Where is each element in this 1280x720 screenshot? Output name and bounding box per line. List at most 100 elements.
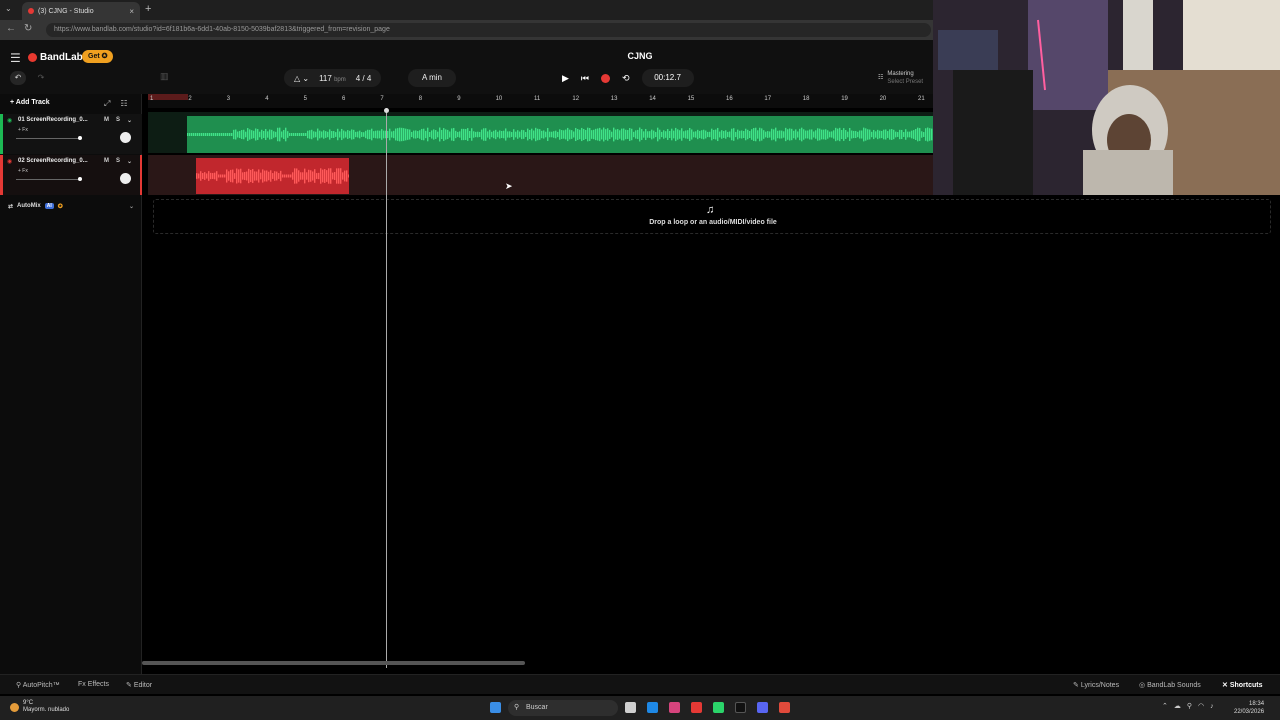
weather-widget[interactable]: 9°C Mayorm. nublado [10, 700, 69, 714]
ruler-mark: 8 [418, 96, 423, 102]
tab-list-chevron-icon[interactable]: ⌄ [5, 4, 12, 13]
tempo-unit: bpm [334, 76, 346, 83]
loop-region[interactable] [148, 94, 188, 100]
editor-button[interactable]: ✎ Editor [126, 681, 152, 689]
play-icon[interactable]: ▶ [562, 73, 569, 84]
edge-icon[interactable] [647, 702, 658, 713]
solo-button[interactable]: S [116, 158, 120, 165]
key-button[interactable]: A min [408, 69, 456, 87]
magic-icon[interactable]: ⤢ [104, 99, 110, 109]
tempo-field[interactable]: 117 bpm [319, 74, 346, 83]
playhead[interactable] [386, 108, 387, 668]
browser-tab[interactable]: (3) CJNG - Studio × [22, 2, 140, 20]
windows-start-icon[interactable] [490, 702, 501, 713]
task-view-icon[interactable] [625, 702, 636, 713]
ruler-mark: 2 [188, 96, 192, 102]
search-label: Buscar [526, 704, 548, 711]
add-track-button[interactable]: + Add Track [10, 99, 50, 106]
autopitch-label: AutoPitch™ [22, 682, 60, 689]
pan-knob[interactable] [120, 173, 131, 184]
volume-slider[interactable] [16, 136, 82, 140]
volume-knob[interactable] [78, 136, 82, 140]
youtube-icon[interactable] [691, 702, 702, 713]
webcam-overlay [933, 0, 1280, 195]
sounds-label: BandLab Sounds [1147, 682, 1201, 689]
time-display: 00:12.7 [641, 69, 694, 87]
skip-back-icon[interactable]: ⏮ [581, 73, 589, 84]
bandlab-logo[interactable]: BandLab [28, 52, 83, 63]
tab-close-icon[interactable]: × [129, 7, 134, 16]
audio-clip-1[interactable] [187, 116, 933, 153]
track-header-panel: + Add Track ⤢ ☷ ◉ 01 ScreenRecording_0..… [0, 94, 142, 674]
track-name[interactable]: 01 ScreenRecording_0... [18, 117, 88, 123]
track-header-2[interactable]: ◉ 02 ScreenRecording_0... + Fx M S ⌄ [0, 155, 142, 195]
ai-badge: AI [44, 203, 54, 209]
menu-icon[interactable]: ☰ [10, 51, 21, 65]
grid-icon[interactable]: ▥ [160, 71, 169, 82]
taskbar-search[interactable]: ⚲ Buscar [508, 700, 618, 716]
ruler-mark: 14 [649, 96, 656, 102]
back-icon[interactable]: ← [6, 23, 16, 34]
tempo-value: 117 [319, 73, 332, 83]
timeline-ruler[interactable]: 1 2 3 4 5 6 7 8 9 10 11 12 13 14 15 16 17 18 19 20 21 [148, 94, 933, 108]
undo-icon[interactable]: ↶ [10, 71, 26, 85]
drop-zone-text: Drop a loop or an audio/MIDI/video file [649, 219, 777, 226]
mastering-button[interactable]: ☷ Mastering Select Preset [878, 70, 923, 86]
mute-button[interactable]: M [104, 117, 109, 124]
add-fx-button[interactable]: + Fx [18, 168, 28, 174]
waveform [187, 127, 933, 142]
volume-slider[interactable] [16, 177, 82, 181]
discord-icon[interactable] [757, 702, 768, 713]
track-buttons: M S ⌄ [104, 158, 132, 165]
ruler-mark: 1 [150, 96, 154, 102]
ruler-mark: 20 [879, 96, 887, 102]
track-header-1[interactable]: ◉ 01 ScreenRecording_0... + Fx M S ⌄ [0, 114, 142, 154]
redo-icon[interactable]: ↷ [33, 71, 49, 85]
chevron-down-icon[interactable]: ⌄ [127, 117, 132, 124]
kick-icon[interactable] [713, 702, 724, 713]
taskbar-clock[interactable]: 18:34 22/03/2026 [1234, 700, 1264, 716]
track-name[interactable]: 02 ScreenRecording_0... [18, 158, 88, 164]
project-title[interactable]: CJNG [600, 51, 680, 61]
ruler-mark: 12 [572, 96, 580, 102]
record-icon[interactable] [601, 73, 611, 83]
bandlab-logo-mark [28, 53, 37, 62]
ruler-mark: 5 [303, 96, 307, 102]
mastering-icon: ☷ [878, 75, 884, 81]
pan-knob[interactable] [120, 132, 131, 143]
effects-button[interactable]: Fx Effects [78, 681, 109, 688]
tiktok-icon[interactable] [735, 702, 746, 713]
reload-icon[interactable]: ↻ [24, 23, 32, 34]
add-fx-button[interactable]: + Fx [18, 127, 28, 133]
ruler-mark: 19 [841, 96, 848, 102]
lyrics-notes-button[interactable]: ✎ Lyrics/Notes [1073, 681, 1119, 689]
bandlab-taskbar-icon[interactable] [779, 702, 790, 713]
loop-icon[interactable]: ⟲ [622, 73, 630, 84]
shortcuts-button[interactable]: ✕ Shortcuts [1222, 681, 1262, 689]
solo-button[interactable]: S [116, 117, 120, 124]
ruler-mark: 16 [726, 96, 733, 102]
tempo-controls: △ ⌄ 117 bpm 4 / 4 [284, 69, 382, 87]
brand-name: BandLab [40, 52, 83, 63]
track-color-bar [0, 155, 3, 195]
chevron-down-icon[interactable]: ⌄ [127, 158, 132, 165]
horizontal-scrollbar[interactable] [142, 661, 525, 665]
bandlab-sounds-button[interactable]: ◎ BandLab Sounds [1139, 681, 1201, 689]
audio-clip-2[interactable] [196, 158, 349, 194]
chevron-down-icon[interactable]: ⌄ [129, 203, 134, 210]
autopitch-button[interactable]: ⚲ AutoPitch™ [16, 681, 60, 689]
webcam-image [933, 0, 1280, 195]
system-tray[interactable]: ⌃☁⚲◠♪ [1162, 702, 1220, 710]
ruler-mark: 15 [687, 96, 695, 102]
new-tab-button[interactable]: + [145, 3, 151, 15]
time-signature-field[interactable]: 4 / 4 [356, 74, 372, 83]
mute-button[interactable]: M [104, 158, 109, 165]
track-settings-icon[interactable]: ☷ [120, 99, 127, 109]
automix-row[interactable]: ⇄ AutoMix AI ✪ ⌄ [0, 198, 142, 214]
get-membership-button[interactable]: Get ✪ [82, 50, 114, 63]
volume-knob[interactable] [78, 177, 82, 181]
instagram-icon[interactable] [669, 702, 680, 713]
metronome-icon[interactable]: △ ⌄ [294, 74, 309, 83]
playhead-handle[interactable] [384, 108, 389, 113]
url-field[interactable]: https://www.bandlab.com/studio?id=6f181b… [46, 23, 931, 37]
